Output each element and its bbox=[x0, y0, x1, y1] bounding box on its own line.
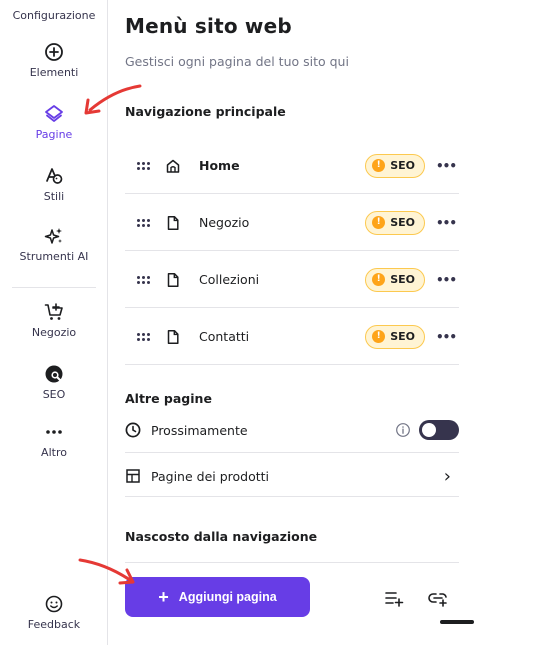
nav-page-row-home[interactable]: Home ! SEO ••• bbox=[125, 138, 459, 194]
chevron-right-icon: › bbox=[443, 465, 451, 487]
sidebar-item-label: Pagine bbox=[35, 128, 73, 141]
product-pages-row[interactable]: Pagine dei prodotti › bbox=[125, 458, 459, 494]
seo-warning-badge[interactable]: ! SEO bbox=[365, 153, 425, 178]
more-options-icon[interactable]: ••• bbox=[433, 216, 459, 230]
more-icon bbox=[46, 430, 62, 434]
sidebar-item-label: Negozio bbox=[31, 326, 77, 339]
nav-page-label: Negozio bbox=[199, 215, 250, 230]
coming-soon-label: Prossimamente bbox=[151, 422, 248, 438]
plus-icon: + bbox=[158, 587, 169, 607]
seo-badge-label: SEO bbox=[390, 216, 415, 229]
warning-icon: ! bbox=[372, 216, 386, 229]
seo-warning-badge[interactable]: ! SEO bbox=[365, 210, 425, 235]
main-panel: Menù sito web Gestisci ogni pagina del t… bbox=[108, 0, 549, 645]
drag-handle-icon[interactable] bbox=[137, 275, 151, 284]
add-link-icon[interactable] bbox=[428, 589, 448, 607]
sidebar-item-configurazione[interactable]: Configurazione bbox=[0, 9, 108, 22]
seo-badge-label: SEO bbox=[390, 159, 415, 172]
sidebar-item-elementi[interactable]: Elementi bbox=[0, 42, 108, 79]
more-options-icon[interactable]: ••• bbox=[433, 159, 459, 173]
seo-icon bbox=[45, 365, 63, 383]
nav-page-row-collezioni[interactable]: Collezioni ! SEO ••• bbox=[125, 252, 459, 308]
nav-page-row-contatti[interactable]: Contatti ! SEO ••• bbox=[125, 309, 459, 365]
sidebar-item-seo[interactable]: SEO bbox=[0, 364, 108, 401]
sidebar-item-label: Feedback bbox=[27, 618, 81, 631]
layers-icon bbox=[45, 105, 63, 122]
add-to-list-icon[interactable] bbox=[384, 589, 404, 607]
section-title-hidden: Nascosto dalla navigazione bbox=[125, 529, 318, 544]
toggle-knob bbox=[422, 423, 436, 437]
clock-icon bbox=[125, 422, 141, 438]
seo-badge-label: SEO bbox=[390, 273, 415, 286]
feedback-icon bbox=[45, 595, 63, 613]
divider bbox=[125, 496, 459, 497]
sidebar-item-label: Elementi bbox=[29, 66, 79, 79]
section-title-other-pages: Altre pagine bbox=[125, 391, 212, 406]
page-icon bbox=[167, 272, 179, 287]
sidebar-item-stili[interactable]: Stili bbox=[0, 166, 108, 203]
more-options-icon[interactable]: ••• bbox=[433, 330, 459, 344]
seo-warning-badge[interactable]: ! SEO bbox=[365, 267, 425, 292]
seo-warning-badge[interactable]: ! SEO bbox=[365, 324, 425, 349]
nav-page-label: Contatti bbox=[199, 329, 250, 344]
sidebar: Configurazione Elementi Pagine Stili Str… bbox=[0, 0, 108, 645]
layout-grid-icon bbox=[126, 469, 140, 483]
seo-badge-label: SEO bbox=[390, 330, 415, 343]
product-pages-label: Pagine dei prodotti bbox=[151, 468, 270, 484]
sidebar-item-strumenti-ai[interactable]: Strumenti AI bbox=[0, 226, 108, 263]
page-icon bbox=[167, 215, 179, 230]
add-page-label: Aggiungi pagina bbox=[178, 590, 277, 604]
page-icon bbox=[167, 329, 179, 344]
sidebar-item-negozio[interactable]: Negozio bbox=[0, 302, 108, 339]
cart-icon bbox=[44, 303, 63, 320]
ai-sparkle-icon bbox=[44, 228, 62, 244]
page-title: Menù sito web bbox=[125, 14, 292, 38]
warning-icon: ! bbox=[372, 330, 386, 343]
divider bbox=[125, 562, 459, 563]
nav-page-row-negozio[interactable]: Negozio ! SEO ••• bbox=[125, 195, 459, 251]
info-icon[interactable] bbox=[395, 422, 411, 438]
page-subtitle: Gestisci ogni pagina del tuo sito qui bbox=[125, 54, 349, 69]
plus-circle-icon bbox=[45, 43, 63, 61]
coming-soon-row: Prossimamente bbox=[125, 412, 459, 448]
more-options-icon[interactable]: ••• bbox=[433, 273, 459, 287]
styles-icon bbox=[46, 168, 63, 184]
sidebar-item-label: Altro bbox=[41, 446, 67, 459]
nav-page-label: Home bbox=[199, 158, 240, 173]
sidebar-divider bbox=[12, 287, 96, 288]
section-title-main-nav: Navigazione principale bbox=[125, 104, 286, 119]
sidebar-item-label: Stili bbox=[43, 190, 65, 203]
sidebar-item-feedback[interactable]: Feedback bbox=[0, 594, 108, 631]
home-indicator bbox=[440, 620, 474, 624]
sidebar-item-label: SEO bbox=[42, 388, 66, 401]
sidebar-item-pagine[interactable]: Pagine bbox=[0, 104, 108, 141]
coming-soon-toggle[interactable] bbox=[419, 420, 459, 440]
home-icon bbox=[166, 159, 180, 173]
divider bbox=[125, 452, 459, 453]
nav-page-label: Collezioni bbox=[199, 272, 260, 287]
add-page-button[interactable]: + Aggiungi pagina bbox=[125, 577, 310, 617]
warning-icon: ! bbox=[372, 159, 386, 172]
drag-handle-icon[interactable] bbox=[137, 218, 151, 227]
drag-handle-icon[interactable] bbox=[137, 332, 151, 341]
drag-handle-icon[interactable] bbox=[137, 161, 151, 170]
sidebar-item-altro[interactable]: Altro bbox=[0, 422, 108, 459]
warning-icon: ! bbox=[372, 273, 386, 286]
sidebar-item-label: Strumenti AI bbox=[19, 250, 89, 263]
